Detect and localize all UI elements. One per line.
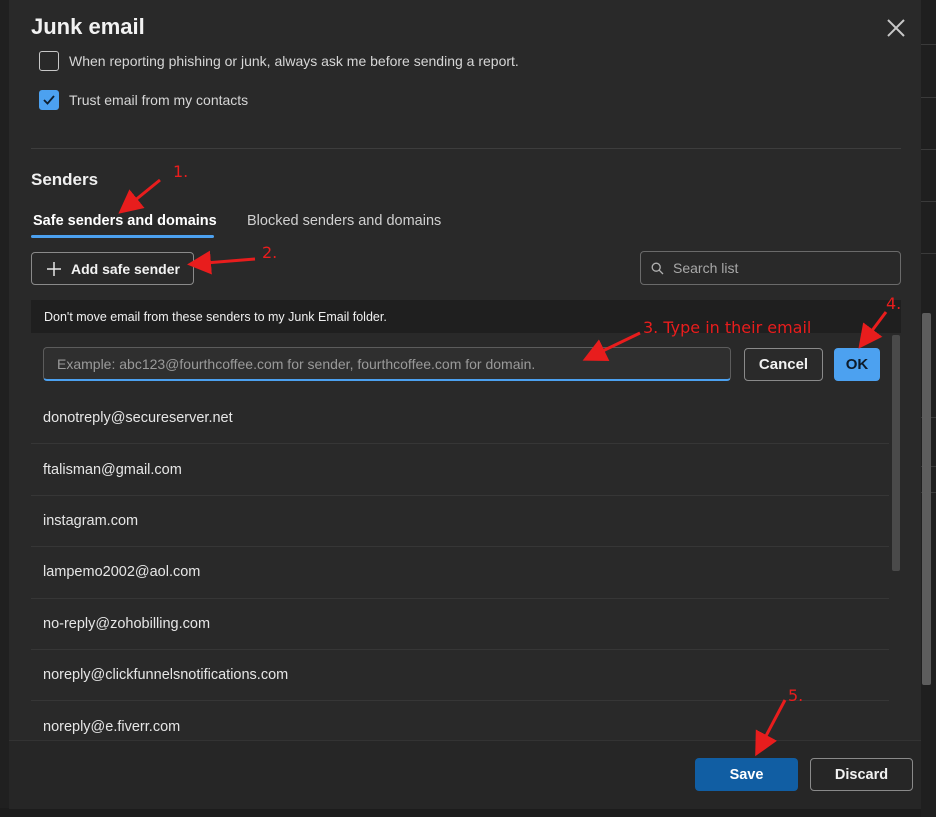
add-safe-sender-button[interactable]: Add safe sender [31,252,194,285]
annotation-step5: 5. [788,686,804,705]
close-button[interactable] [882,14,910,42]
phishing-prompt-option[interactable]: When reporting phishing or junk, always … [39,51,519,71]
close-icon[interactable] [882,14,910,42]
plus-icon [47,261,61,276]
annotation-step3: 3. Type in their email [643,318,812,337]
info-banner-text: Don't move email from these senders to m… [44,309,387,324]
annotation-step2: 2. [262,243,278,262]
background-divider [921,201,936,202]
trust-contacts-label: Trust email from my contacts [69,92,249,108]
list-scrollbar[interactable] [892,335,900,571]
list-item[interactable]: instagram.com [31,496,889,548]
list-item[interactable]: no-reply@zohobilling.com [31,599,889,650]
dialog-scrollbar[interactable] [922,313,931,685]
trust-contacts-option[interactable]: Trust email from my contacts [39,90,248,110]
senders-section-title: Senders [31,170,99,189]
search-input[interactable] [671,259,885,277]
add-safe-sender-label: Add safe sender [71,260,180,277]
background-divider [921,44,936,45]
annotation-step4: 4. [886,294,902,313]
annotation-step1: 1. [173,162,189,181]
section-divider [31,148,901,149]
discard-button[interactable]: Discard [810,758,913,791]
save-button[interactable]: Save [695,758,798,791]
active-tab-indicator [31,235,214,238]
ok-button[interactable]: OK [834,348,880,381]
background-divider [921,97,936,98]
list-item[interactable]: noreply@clickfunnelsnotifications.com [31,650,889,702]
list-item[interactable]: lampemo2002@aol.com [31,547,889,599]
checkmark-icon [43,95,55,105]
search-icon [651,262,664,274]
search-box[interactable] [640,251,901,285]
safe-senders-list: donotreply@secureserver.net ftalisman@gm… [31,393,889,753]
left-edge [0,0,9,808]
bottom-edge [0,808,921,817]
list-item[interactable]: ftalisman@gmail.com [31,444,889,496]
dialog-title: Junk email [31,14,145,39]
trust-contacts-checkbox[interactable] [39,90,59,110]
background-divider [921,149,936,150]
background-divider [921,253,936,254]
scroll-clip: When reporting phishing or junk, always … [0,45,921,75]
tab-safe-senders[interactable]: Safe senders and domains [33,213,217,229]
phishing-prompt-label: When reporting phishing or junk, always … [69,53,519,69]
cancel-button[interactable]: Cancel [744,348,823,381]
list-item[interactable]: donotreply@secureserver.net [31,393,889,445]
sender-email-input[interactable] [43,347,731,381]
tab-blocked-senders[interactable]: Blocked senders and domains [247,213,441,229]
phishing-prompt-checkbox[interactable] [39,51,59,71]
